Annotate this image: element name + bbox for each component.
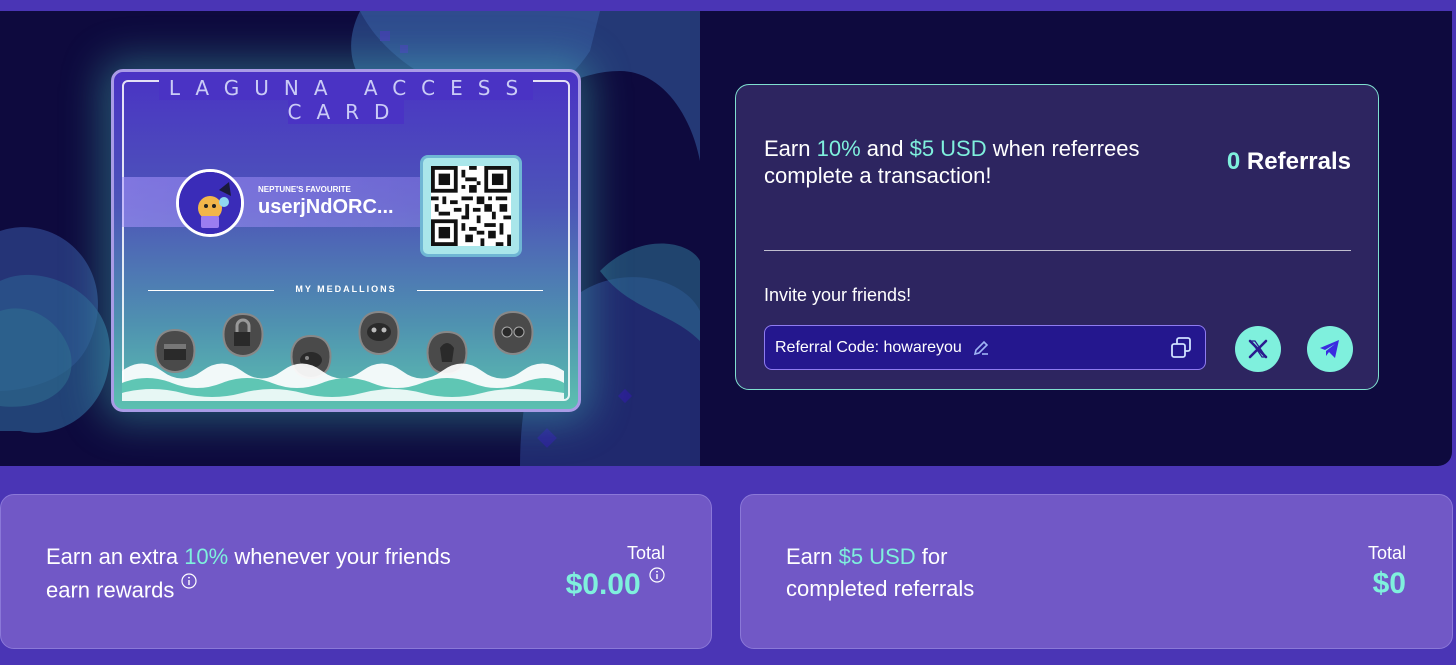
card-username: userjNdORC... xyxy=(258,196,394,218)
completed-referrals-total-value: $0 xyxy=(1372,567,1406,600)
referral-code-text: Referral Code: howareyou xyxy=(775,338,962,356)
referral-hero-section: LAGUNA ACCESS CARD NEPTUNE'S FAVOURITE u… xyxy=(0,11,1452,466)
laguna-access-card: LAGUNA ACCESS CARD NEPTUNE'S FAVOURITE u… xyxy=(111,69,581,412)
telegram-icon xyxy=(1320,340,1339,358)
completed-referrals-card: Earn $5 USD for completed referrals Tota… xyxy=(740,494,1453,649)
friends-rewards-text: Earn an extra 10% whenever your friends … xyxy=(46,544,451,603)
friends-rewards-total-label: Total xyxy=(626,543,665,563)
medallions-label: MY MEDALLIONS xyxy=(295,284,397,294)
referral-count: 0 Referrals xyxy=(1226,148,1351,175)
info-icon[interactable] xyxy=(180,573,197,589)
qr-code xyxy=(420,155,522,257)
edit-icon[interactable] xyxy=(972,339,990,357)
avatar xyxy=(176,169,244,237)
friends-rewards-total-value: $0.00 xyxy=(566,567,665,602)
card-subtitle: NEPTUNE'S FAVOURITE xyxy=(258,185,351,194)
referral-divider xyxy=(764,250,1351,251)
referral-headline: Earn 10% and $5 USD when referrees compl… xyxy=(764,136,1140,188)
share-telegram-button[interactable] xyxy=(1307,326,1353,372)
invite-label: Invite your friends! xyxy=(764,285,912,305)
mascot-avatar-icon xyxy=(179,172,241,234)
card-waves-decoration xyxy=(122,363,564,401)
qr-code-icon xyxy=(431,166,511,246)
copy-icon[interactable] xyxy=(1169,336,1193,360)
completed-referrals-text: Earn $5 USD for completed referrals xyxy=(786,544,975,601)
friends-rewards-card: Earn an extra 10% whenever your friends … xyxy=(0,494,712,649)
referral-panel: Earn 10% and $5 USD when referrees compl… xyxy=(735,84,1379,390)
card-title: LAGUNA ACCESS CARD xyxy=(114,76,578,124)
x-icon xyxy=(1248,339,1268,359)
completed-referrals-total-label: Total xyxy=(1367,543,1406,563)
share-x-button[interactable] xyxy=(1235,326,1281,372)
referral-code-field[interactable]: Referral Code: howareyou xyxy=(764,325,1206,370)
total-info-icon[interactable] xyxy=(649,567,665,583)
medallions-divider-right xyxy=(417,290,543,291)
